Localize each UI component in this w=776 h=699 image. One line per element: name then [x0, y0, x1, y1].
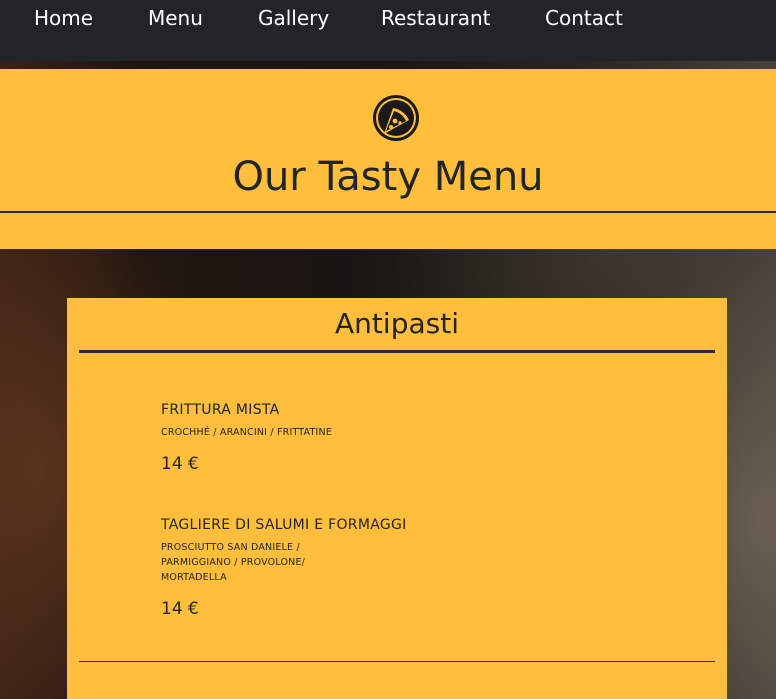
nav-home-link[interactable]: Home	[34, 6, 93, 30]
nav-restaurant-link[interactable]: Restaurant	[381, 6, 491, 30]
dish-description: CROCHHÉ / ARANCINI / FRITTATINE	[161, 427, 333, 438]
menu-item: FRITTURA MISTA CROCHHÉ / ARANCINI / FRIT…	[161, 401, 481, 475]
nav-contact-link[interactable]: Contact	[545, 6, 623, 30]
page-title: Our Tasty Menu	[232, 154, 544, 200]
nav-menu-link[interactable]: Menu	[148, 6, 203, 30]
section-title: Antipasti	[335, 307, 459, 340]
dish-name: FRITTURA MISTA	[161, 402, 280, 418]
menu-header: Our Tasty Menu	[0, 69, 776, 249]
section-divider	[79, 350, 715, 353]
dish-price: 14 €	[161, 454, 199, 474]
antipasti-section: Antipasti FRITTURA MISTA CROCHHÉ / ARANC…	[67, 298, 727, 699]
top-navbar: Home Menu Gallery Restaurant Contact	[0, 0, 776, 61]
dish-name: TAGLIERE DI SALUMI E FORMAGGI	[161, 517, 407, 533]
dish-description: PROSCIUTTO SAN DANIELE / PARMIGGIANO / P…	[161, 542, 306, 583]
title-divider	[0, 211, 776, 213]
section-bottom-divider	[79, 661, 715, 662]
dish-price: 14 €	[161, 599, 199, 619]
menu-item: TAGLIERE DI SALUMI E FORMAGGI PROSCIUTTO…	[161, 516, 481, 620]
pizza-slice-icon	[371, 93, 421, 143]
nav-gallery-link[interactable]: Gallery	[258, 6, 329, 30]
